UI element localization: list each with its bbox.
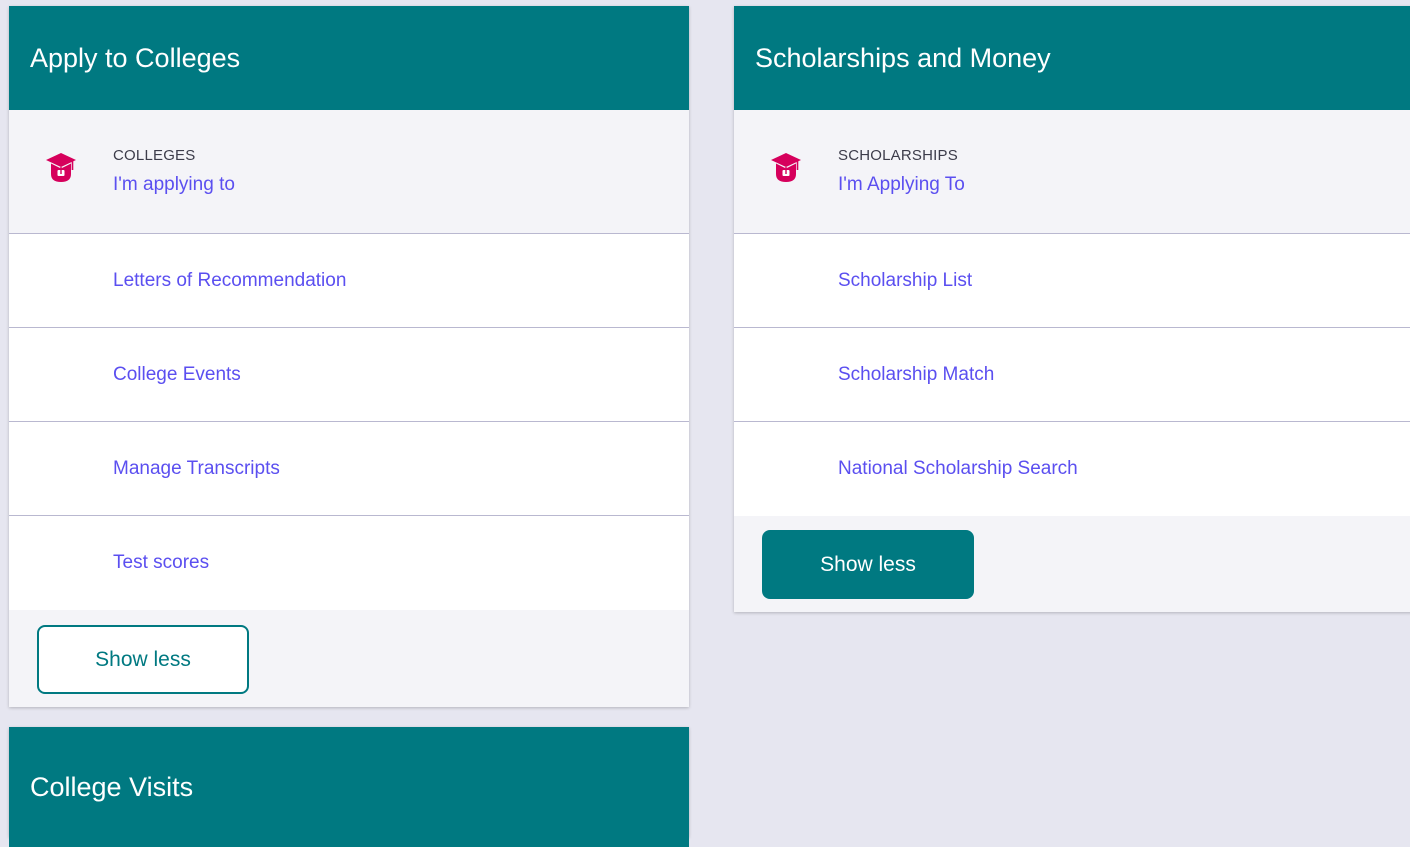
scholarships-eyebrow: SCHOLARSHIPS bbox=[838, 147, 958, 164]
manage-transcripts-link[interactable]: Manage Transcripts bbox=[9, 422, 689, 516]
college-events-link[interactable]: College Events bbox=[9, 328, 689, 422]
scholarship-match-link[interactable]: Scholarship Match bbox=[734, 328, 1410, 422]
im-applying-to-link[interactable]: I'm applying to bbox=[113, 174, 235, 196]
show-less-button[interactable]: Show less bbox=[762, 530, 974, 599]
national-scholarship-search-link[interactable]: National Scholarship Search bbox=[734, 422, 1410, 516]
featured-colleges-section: COLLEGES I'm applying to bbox=[9, 110, 689, 234]
college-visits-card: College Visits bbox=[9, 727, 689, 847]
featured-scholarships-section: SCHOLARSHIPS I'm Applying To bbox=[734, 110, 1410, 234]
card-footer: Show less bbox=[734, 516, 1410, 612]
graduation-cap-icon bbox=[734, 110, 838, 185]
test-scores-link[interactable]: Test scores bbox=[9, 516, 689, 610]
card-title: Apply to Colleges bbox=[9, 6, 689, 110]
show-less-button[interactable]: Show less bbox=[37, 625, 249, 694]
graduation-cap-icon bbox=[9, 110, 113, 185]
im-applying-to-link[interactable]: I'm Applying To bbox=[838, 174, 965, 196]
scholarship-list-link[interactable]: Scholarship List bbox=[734, 234, 1410, 328]
letters-of-recommendation-link[interactable]: Letters of Recommendation bbox=[9, 234, 689, 328]
card-title: Scholarships and Money bbox=[734, 6, 1410, 110]
card-title: College Visits bbox=[9, 727, 689, 847]
apply-to-colleges-card: Apply to Colleges COLLEGES I'm applying … bbox=[9, 6, 689, 707]
colleges-eyebrow: COLLEGES bbox=[113, 147, 196, 164]
card-footer: Show less bbox=[9, 610, 689, 707]
scholarships-and-money-card: Scholarships and Money SCHOLARSHIPS I'm … bbox=[734, 6, 1410, 612]
